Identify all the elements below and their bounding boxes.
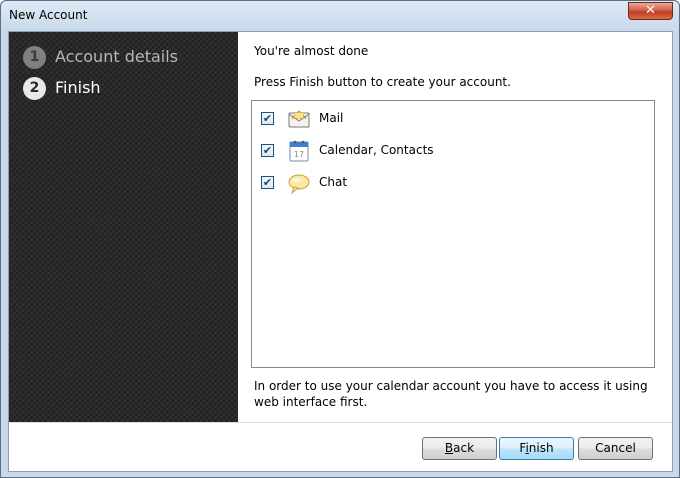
back-label-rest: ack (453, 441, 475, 455)
finish-button[interactable]: Finish (499, 437, 574, 460)
back-button[interactable]: Back (422, 437, 497, 460)
chat-label: Chat (319, 175, 348, 189)
window-title: New Account (9, 8, 88, 22)
page-instruction: Press Finish button to create your accou… (254, 75, 511, 89)
chat-icon (288, 174, 310, 195)
page-heading: You're almost done (254, 44, 369, 58)
wizard-steps-sidebar: 1 Account details 2 Finish (9, 32, 238, 422)
mail-icon (288, 110, 310, 128)
list-item-chat: ✔ Chat (252, 170, 652, 196)
calendar-contacts-label: Calendar, Contacts (319, 143, 434, 157)
mail-checkbox[interactable]: ✔ (261, 112, 274, 125)
close-icon: ✕ (645, 3, 656, 18)
step-number-badge: 1 (23, 46, 46, 69)
calendar-checkbox[interactable]: ✔ (261, 144, 274, 157)
list-item-mail: ✔ Mail (252, 106, 652, 132)
chat-checkbox[interactable]: ✔ (261, 176, 274, 189)
services-list: ✔ Mail ✔ 17 Calendar, Contacts ✔ Chat (251, 100, 655, 368)
title-bar[interactable]: New Account ✕ (1, 1, 679, 31)
dialog-client-area: 1 Account details 2 Finish You're almost… (8, 31, 673, 472)
mail-label: Mail (319, 111, 344, 125)
new-account-window: New Account ✕ 1 Account details 2 Finish… (0, 0, 680, 478)
cancel-button[interactable]: Cancel (578, 437, 653, 460)
close-button[interactable]: ✕ (628, 2, 673, 20)
button-bar: Back Finish Cancel (9, 422, 672, 471)
step-label: Account details (55, 47, 178, 66)
finish-label-rest: nish (528, 441, 554, 455)
wizard-content: You're almost done Press Finish button t… (238, 32, 672, 422)
back-mnemonic: B (444, 441, 454, 455)
calendar-icon-day: 17 (294, 150, 304, 159)
calendar-note: In order to use your calendar account yo… (254, 379, 648, 409)
calendar-icon: 17 (289, 140, 309, 162)
step-number-badge: 2 (23, 77, 46, 100)
step-label: Finish (55, 78, 101, 97)
list-item-calendar-contacts: ✔ 17 Calendar, Contacts (252, 138, 652, 164)
